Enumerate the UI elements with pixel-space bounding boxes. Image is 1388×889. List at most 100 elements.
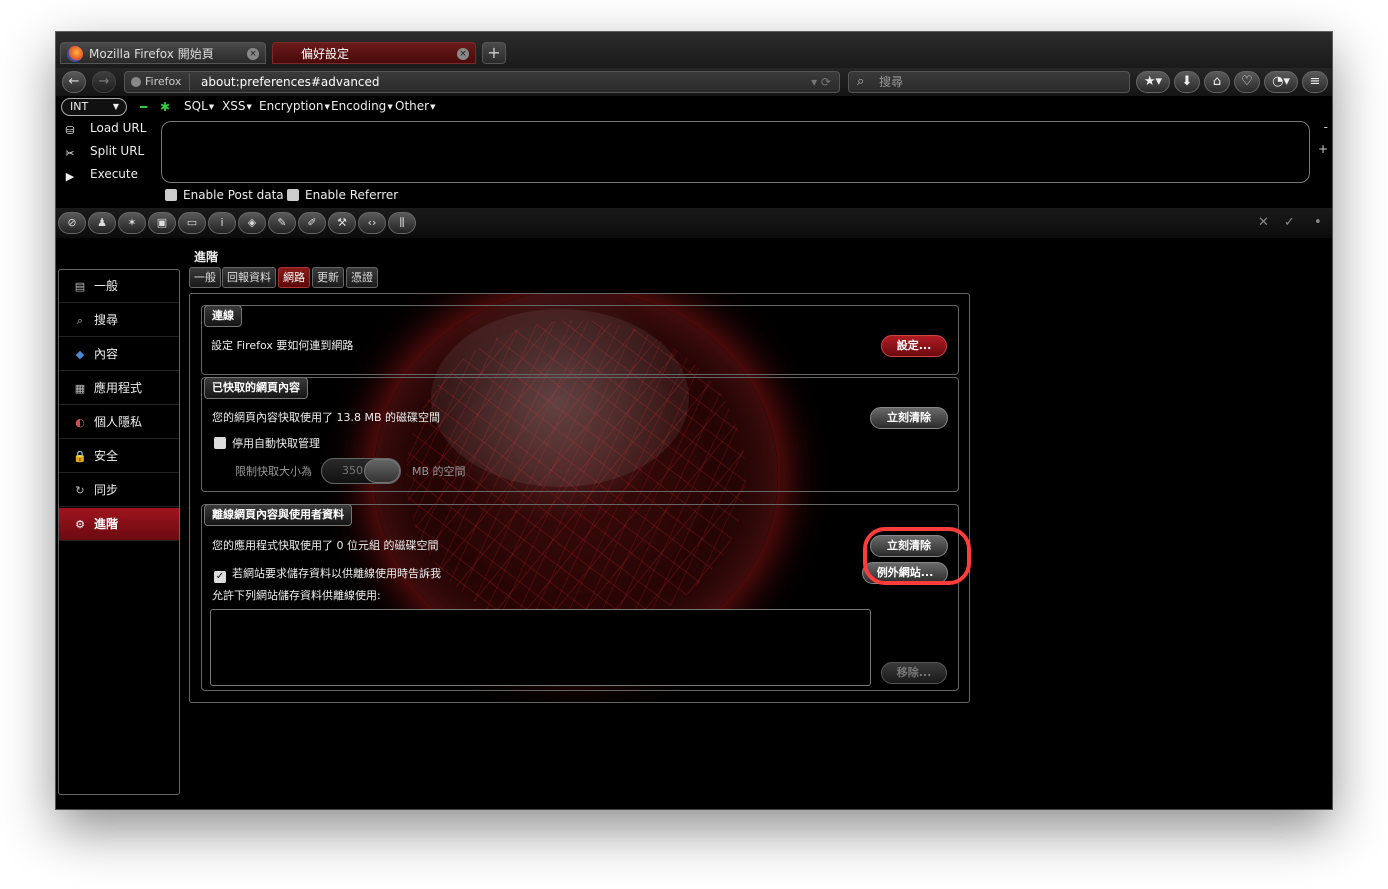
url-bar[interactable]: Firefox about:preferences#advanced ▾ ⟳ [124, 71, 840, 93]
cache-usage-text: 您的網頁內容快取使用了 13.8 MB 的磁碟空間 [212, 411, 441, 424]
sliders-icon[interactable]: ⫼ [388, 212, 416, 234]
browser-window: Mozilla Firefox 開始頁 × 偏好設定 × + ← → Firef… [56, 32, 1332, 809]
checkbox-box[interactable] [287, 189, 299, 201]
hackbar-url-textarea[interactable] [161, 121, 1310, 183]
info-icon[interactable]: i [208, 212, 236, 234]
enable-referrer-checkbox[interactable]: Enable Referrer [287, 188, 398, 202]
page-title: 進階 [194, 250, 219, 264]
wrench-icon[interactable]: ⚒ [328, 212, 356, 234]
tab-strip: Mozilla Firefox 開始頁 × 偏好設定 × + [56, 32, 1332, 68]
identity-box[interactable]: Firefox [127, 73, 191, 91]
split-url-icon: ✂ [65, 146, 75, 160]
execute-button[interactable]: ▶ Execute [62, 165, 138, 183]
new-tab-button[interactable]: + [482, 42, 506, 64]
menu-sql[interactable]: SQL▼ [184, 98, 214, 115]
asterisk-green-icon[interactable]: ✱ [160, 100, 170, 114]
offline-usage-text: 您的應用程式快取使用了 0 位元組 的磁碟空間 [212, 539, 439, 552]
override-cache-checkbox[interactable]: 停用自動快取管理 [214, 437, 320, 451]
bookmark-star-icon[interactable]: ★▾ [1136, 71, 1170, 93]
search-input[interactable]: ⌕ 搜尋 [848, 71, 1130, 93]
menu-xss[interactable]: XSS▼ [222, 98, 252, 115]
expand-textarea-button[interactable]: + [1318, 142, 1328, 156]
trash-icon[interactable]: ▣ [148, 212, 176, 234]
menu-encoding[interactable]: Encoding▼ [331, 98, 393, 115]
tab-firefox-start[interactable]: Mozilla Firefox 開始頁 × [60, 42, 266, 64]
offline-apps-list[interactable] [210, 609, 871, 686]
shrink-textarea-button[interactable]: - [1324, 120, 1328, 134]
subtab-update[interactable]: 更新 [312, 267, 344, 288]
menu-encryption[interactable]: Encryption▼ [259, 98, 330, 115]
stepper-knob-icon[interactable] [364, 459, 400, 483]
code-icon[interactable]: ‹› [358, 212, 386, 234]
menu-other[interactable]: Other▼ [395, 98, 435, 115]
split-url-button[interactable]: ✂ Split URL [62, 142, 144, 160]
subtab-network[interactable]: 網路 [278, 267, 310, 288]
subtab-general[interactable]: 一般 [189, 267, 221, 288]
magic-wand-icon[interactable]: ✶ [118, 212, 146, 234]
category-security[interactable]: 🔒 安全 [59, 440, 179, 473]
category-sync[interactable]: ↻ 同步 [59, 474, 179, 507]
load-url-icon: ⛁ [65, 123, 75, 137]
int-select-value: INT [70, 100, 89, 113]
cache-limit-unit: MB 的空間 [412, 465, 466, 478]
offline-caption: 離線網頁內容與使用者資料 [204, 504, 352, 526]
search-placeholder: 搜尋 [879, 75, 904, 89]
connection-caption: 連線 [204, 305, 242, 327]
cube-icon[interactable]: ◈ [238, 212, 266, 234]
url-dropdown-reload-icons[interactable]: ▾ ⟳ [811, 72, 831, 92]
category-advanced[interactable]: ⚙ 進階 [59, 508, 179, 541]
preferences-content: ▤ 一般 ⌕ 搜尋 ◆ 內容 ▦ 應用程式 ◐ 個人隱私 🔒 安全 ↻ 同步 ⚙ 進階 進階 一… [56, 238, 1332, 809]
home-icon[interactable]: ⌂ [1204, 71, 1230, 93]
pocket-icon[interactable]: ♡ [1234, 71, 1260, 93]
offline-notify-checkbox[interactable]: ✓ 若網站要求儲存資料以供離線使用時告訴我 [214, 567, 441, 583]
int-select[interactable]: INT ▼ [61, 98, 127, 116]
security-icon: 🔒 [73, 450, 87, 463]
connection-description: 設定 Firefox 要如何連到網路 [211, 339, 354, 352]
category-content[interactable]: ◆ 內容 [59, 338, 179, 371]
cache-caption: 已快取的網頁內容 [204, 377, 308, 399]
navigation-toolbar: ← → Firefox about:preferences#advanced ▾… [56, 68, 1332, 96]
connection-settings-button[interactable]: 設定... [881, 335, 947, 357]
firefox-logo-icon [67, 46, 83, 62]
forward-button[interactable]: → [92, 71, 116, 93]
general-icon: ▤ [74, 280, 86, 293]
close-tab-icon[interactable]: × [247, 48, 259, 60]
addon-icon[interactable]: ◔▾ [1264, 71, 1298, 93]
tab-preferences[interactable]: 偏好設定 × [272, 42, 476, 64]
dot-icon[interactable]: • [1314, 215, 1322, 230]
downloads-icon[interactable]: ⬇ [1174, 71, 1200, 93]
user-icon[interactable]: ♟ [88, 212, 116, 234]
block-icon[interactable]: ⊘ [58, 212, 86, 234]
pencil-icon[interactable]: ✐ [298, 212, 326, 234]
close-icon[interactable]: ✕ [1258, 215, 1269, 230]
offline-data-group: 離線網頁內容與使用者資料 您的應用程式快取使用了 0 位元組 的磁碟空間 立刻清… [201, 504, 959, 691]
subtab-data-choices[interactable]: 回報資料 [222, 267, 276, 288]
checkbox-checked-icon[interactable]: ✓ [214, 571, 226, 583]
categories-sidebar: ▤ 一般 ⌕ 搜尋 ◆ 內容 ▦ 應用程式 ◐ 個人隱私 🔒 安全 ↻ 同步 ⚙ 進階 [58, 269, 180, 795]
minus-green-icon[interactable]: ━ [140, 100, 147, 114]
checkbox-box[interactable] [214, 437, 226, 449]
category-search[interactable]: ⌕ 搜尋 [59, 304, 179, 337]
pen-icon[interactable]: ✎ [268, 212, 296, 234]
subtab-certificates[interactable]: 憑證 [346, 267, 378, 288]
hackbar: INT ▼ ━ ✱ SQL▼ XSS▼ Encryption▼ Encoding… [56, 96, 1332, 214]
url-text[interactable]: about:preferences#advanced [201, 72, 380, 92]
cache-size-stepper[interactable]: 350 [321, 458, 401, 484]
remove-offline-app-button[interactable]: 移除... [881, 662, 947, 684]
content-icon: ◆ [75, 348, 85, 361]
menu-hamburger-icon[interactable]: ≡ [1302, 71, 1328, 93]
category-applications[interactable]: ▦ 應用程式 [59, 372, 179, 405]
checkbox-box[interactable] [165, 189, 177, 201]
close-tab-icon[interactable]: × [457, 48, 469, 60]
category-privacy[interactable]: ◐ 個人隱私 [59, 406, 179, 439]
category-general[interactable]: ▤ 一般 [59, 270, 179, 303]
tab-title: Mozilla Firefox 開始頁 [89, 47, 214, 61]
chevron-down-icon: ▼ [112, 102, 119, 111]
image-icon[interactable]: ▭ [178, 212, 206, 234]
addon-icon-toolbar: ⊘ ♟ ✶ ▣ ▭ i ◈ ✎ ✐ ⚒ ‹› ⫼ ✕ ✓ • [56, 208, 1332, 238]
check-icon[interactable]: ✓ [1284, 215, 1295, 230]
enable-post-data-checkbox[interactable]: Enable Post data [165, 188, 284, 202]
back-button[interactable]: ← [62, 71, 86, 93]
load-url-button[interactable]: ⛁ Load URL [62, 119, 146, 137]
clear-cache-button[interactable]: 立刻清除 [870, 407, 948, 429]
